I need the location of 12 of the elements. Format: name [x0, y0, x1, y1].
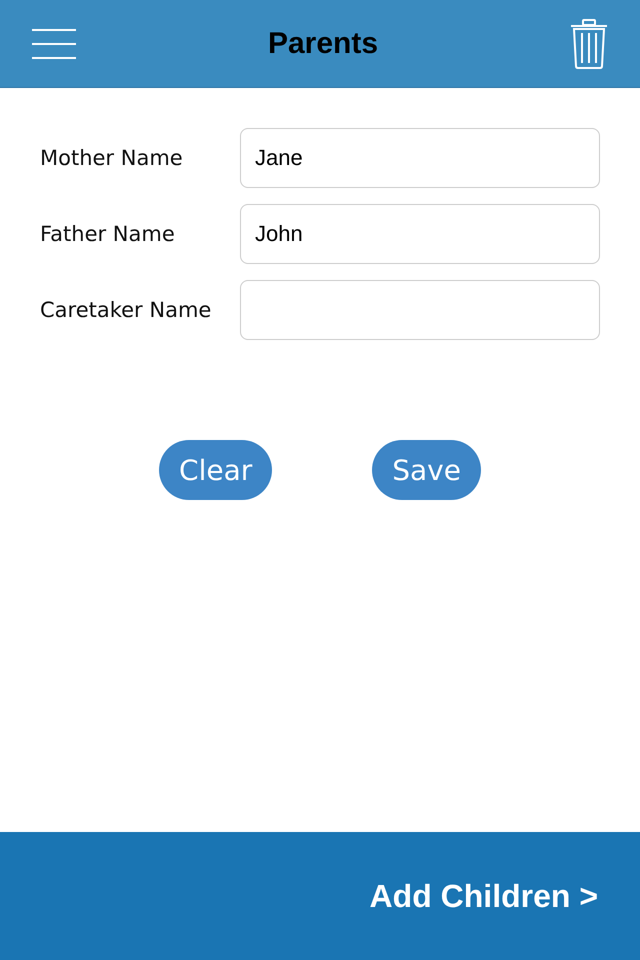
save-button[interactable]: Save: [372, 440, 481, 500]
input-field[interactable]: [240, 280, 600, 340]
menu-icon[interactable]: [32, 28, 76, 58]
field-label: Mother Name: [40, 146, 184, 170]
input-field[interactable]: Jane: [240, 128, 600, 188]
clear-button[interactable]: Clear: [159, 440, 272, 500]
trash-icon[interactable]: [570, 18, 608, 68]
screen-title: Parents: [268, 26, 378, 60]
field-label: Caretaker Name: [40, 298, 212, 322]
input-field[interactable]: John: [240, 204, 600, 264]
field-label: Father Name: [40, 222, 176, 246]
add-children-link[interactable]: Add Children >: [370, 878, 598, 914]
